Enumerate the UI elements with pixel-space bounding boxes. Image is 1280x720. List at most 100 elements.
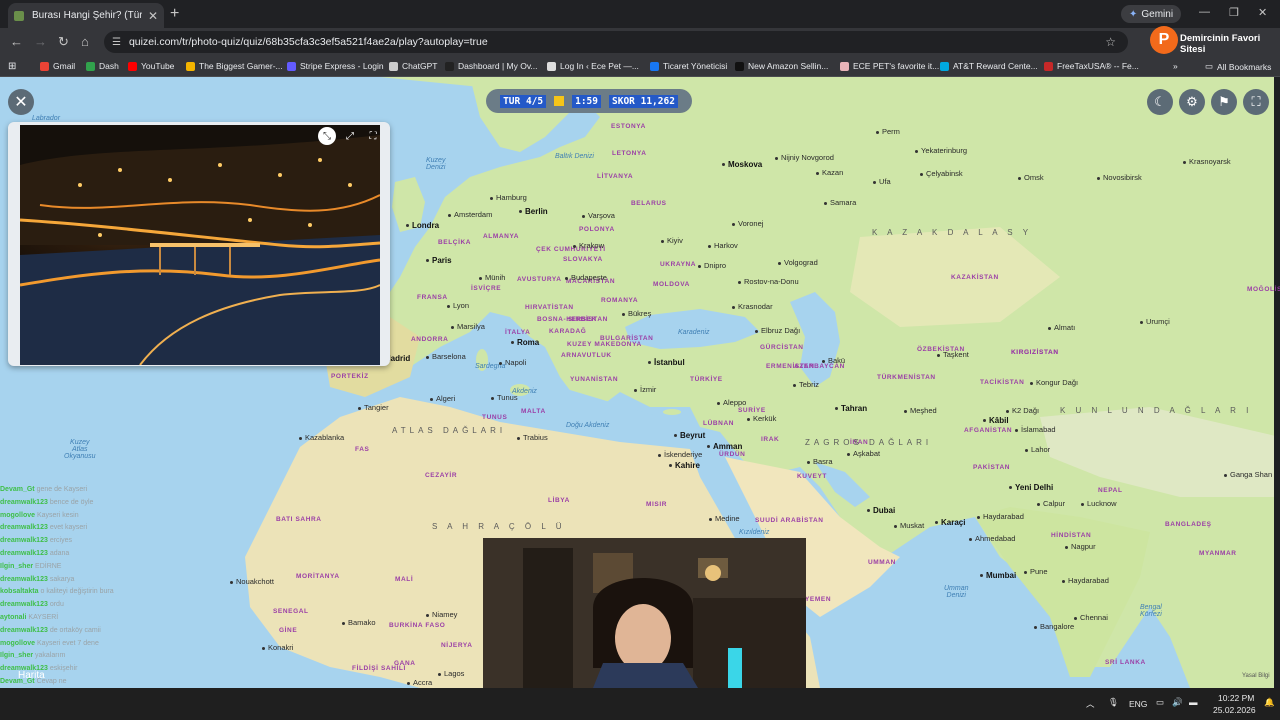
bookmark-item[interactable]: Dashboard | My Ov... [445,61,538,71]
bookmark-item[interactable]: Gmail [40,61,75,71]
chat-username: Ilgin_sher [0,652,34,660]
dark-mode-button[interactable]: ☾ [1147,89,1173,115]
close-quiz-button[interactable]: ✕ [8,89,34,115]
city-label: Haydarabad [1062,577,1109,585]
city-name: Lucknow [1087,499,1117,508]
bookmark-label: Stripe Express - Login [300,61,384,71]
city-label: Kiyiv [661,237,683,245]
city-night-photo[interactable] [20,125,380,365]
address-bar[interactable]: ☰ quizei.com/tr/photo-quiz/quiz/68b35cfa… [104,31,1128,53]
city-dot-icon [915,149,918,153]
settings-button[interactable]: ⚙ [1179,89,1205,115]
restore-icon[interactable]: ❐ [1229,6,1239,19]
report-button[interactable]: ⚑ [1211,89,1237,115]
volume-icon[interactable]: 🔊 [1172,697,1183,708]
network-icon[interactable]: ▭ [1156,697,1164,708]
city-dot-icon [793,383,796,387]
city-dot-icon [969,537,972,541]
bookmark-favicon-icon [40,61,49,71]
city-dot-icon [426,355,429,359]
all-bookmarks-label: All Bookmarks [1217,61,1272,72]
tab-close-icon[interactable]: ✕ [148,9,158,23]
input-language[interactable]: ENG [1129,699,1147,709]
all-bookmarks[interactable]: ▭ All Bookmarks [1205,61,1271,72]
city-dot-icon [342,621,345,625]
microphone-icon[interactable]: 🎙 [1108,697,1119,708]
bookmark-item[interactable]: YouTube [128,61,174,71]
bookmark-item[interactable]: ECE PET's favorite it... [840,61,939,71]
bookmark-star-icon[interactable]: ☆ [1105,35,1116,49]
fullscreen-button[interactable]: ⛶ [1243,89,1269,115]
shrink-icon[interactable]: ⤡ [318,127,336,145]
profile-avatar[interactable]: P [1150,26,1178,54]
city-label: Berlin [519,208,548,216]
site-info-icon[interactable]: ☰ [112,37,121,48]
city-label: Londra [406,222,439,230]
country-label: AVUSTURYA [517,276,562,283]
city-label: İskenderiye [658,451,702,459]
reload-icon[interactable]: ↻ [58,34,69,50]
bookmark-item[interactable]: ChatGPT [389,61,437,71]
city-dot-icon [1048,326,1051,330]
bookmark-item[interactable]: AT&T Reward Cente... [940,61,1038,71]
city-name: Budapeşte [571,273,607,282]
country-label: ESTONYA [611,123,646,130]
city-name: İslamabad [1021,425,1056,434]
city-label: Amman [707,443,742,451]
chat-message: dreamwalk123 sakarya [0,574,140,587]
city-name: Amman [713,442,743,451]
back-icon[interactable]: ← [10,34,23,49]
city-label: Barselona [426,353,466,361]
city-name: Ahmedabad [975,534,1016,543]
city-dot-icon [1006,409,1009,413]
chat-username: aytonali [0,613,27,621]
city-dot-icon [479,276,482,280]
notification-icon[interactable]: 🔔 [1264,697,1275,708]
gemini-button[interactable]: ✦ Gemini [1121,5,1182,23]
minimize-icon[interactable]: — [1199,6,1210,18]
city-dot-icon [935,521,938,525]
bookmark-favicon-icon [547,61,556,71]
city-name: Accra [413,678,433,687]
new-tab-button[interactable]: + [170,5,179,23]
bookmark-item[interactable]: New Amazon Sellin... [735,61,828,71]
fullscreen-photo-icon[interactable]: ⛶ [364,127,382,145]
city-name: Yekaterinburg [921,146,968,155]
active-tab[interactable]: Burası Hangi Şehir? (Türkiye) - Q ✕ [8,3,164,28]
city-name: Volgograd [784,258,818,267]
expand-icon[interactable]: ⤢ [341,127,359,145]
clock-time[interactable]: 10:22 PM [1218,693,1254,703]
country-label: KAZAKİSTAN [951,274,999,281]
url-text[interactable]: quizei.com/tr/photo-quiz/quiz/68b35cfa3c… [129,36,488,48]
city-label: Tangier [358,404,389,412]
city-label: Muskat [894,522,924,530]
home-icon[interactable]: ⌂ [81,34,89,49]
city-dot-icon [648,361,651,365]
city-name: K2 Dağı [1012,406,1040,415]
battery-icon[interactable]: ▬ [1189,697,1198,707]
more-bookmarks-icon[interactable]: » [1173,61,1178,71]
bookmark-item[interactable]: Ticaret Yöneticisi [650,61,727,71]
forward-icon[interactable]: → [34,34,47,49]
bookmark-label: Ticaret Yöneticisi [663,61,728,71]
window-close-icon[interactable]: ✕ [1258,6,1267,19]
city-dot-icon [835,407,838,411]
bookmark-favicon-icon [128,61,137,71]
chat-username: dreamwalk123 [0,524,48,532]
city-dot-icon [977,515,980,519]
bookmark-item[interactable]: The Biggest Gamer-... [186,61,283,71]
country-label: ANDORRA [411,336,449,343]
country-label: SUUDİ ARABİSTAN [755,517,824,524]
apps-grid-icon[interactable]: ⊞ [8,61,16,72]
city-dot-icon [983,419,986,423]
bookmark-item[interactable]: FreeTaxUSA® -- Fe... [1044,61,1139,71]
city-name: Nagpur [1071,542,1096,551]
map-attribution[interactable]: Yasal Bilgi [1242,673,1270,679]
clock-date[interactable]: 25.02.2026 [1213,705,1256,715]
city-dot-icon [517,436,520,440]
bookmark-item[interactable]: Stripe Express - Login [287,61,384,71]
bookmark-item[interactable]: Dash [86,61,119,71]
country-label: HIRVATİSTAN [525,304,574,311]
bookmark-item[interactable]: Log In ‹ Ece Pet —... [547,61,639,71]
tray-chevron-icon[interactable]: ︿ [1086,698,1095,710]
